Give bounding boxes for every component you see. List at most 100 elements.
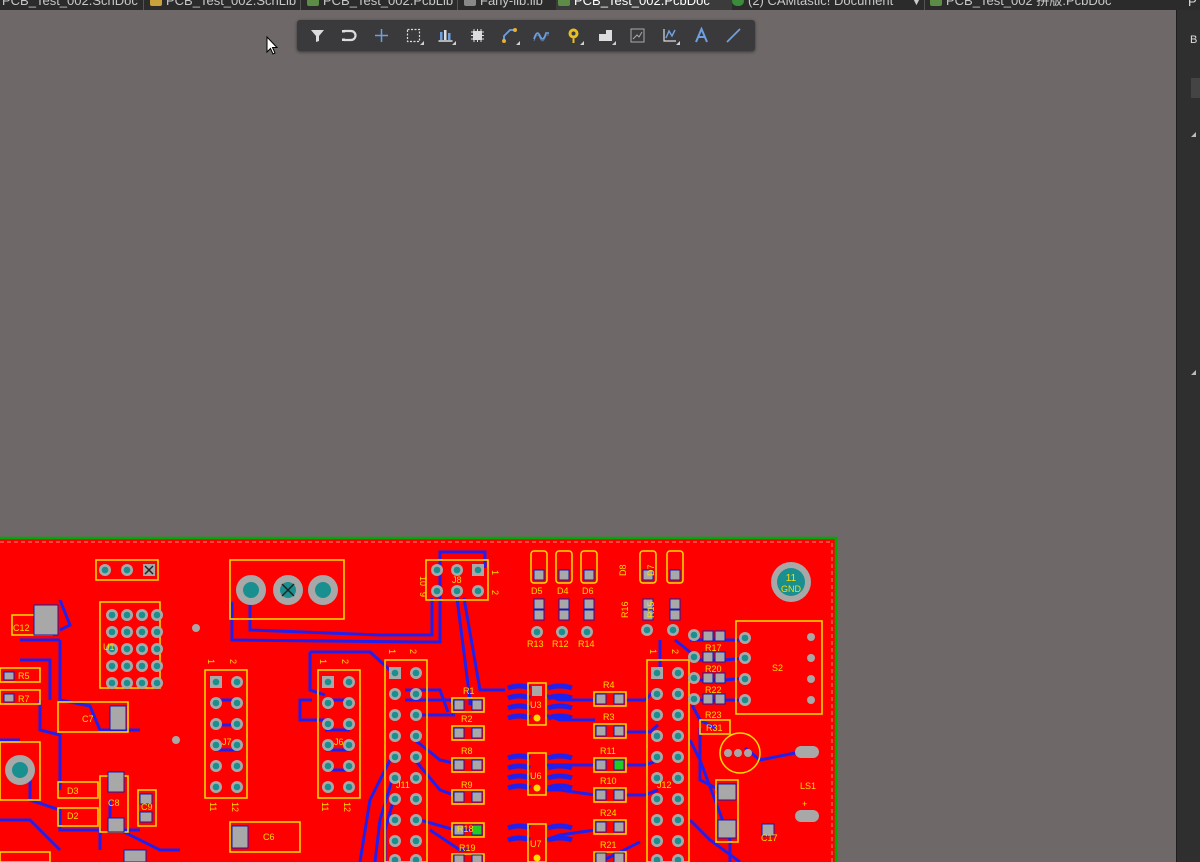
tab-camtastic[interactable]: (2) CAMtastic! Document — [730, 0, 893, 10]
polygon-pour-icon — [598, 30, 612, 41]
label-r13: R13 — [527, 639, 544, 649]
dropdown-corner-icon — [612, 41, 616, 45]
label-r15: R15 — [646, 601, 656, 618]
dropdown-corner-icon — [452, 41, 456, 45]
label-d7: D7 — [646, 564, 656, 576]
route-track-icon — [501, 28, 517, 43]
align-button[interactable] — [433, 24, 457, 47]
align-icon — [438, 30, 452, 42]
diff-pair-route-button[interactable] — [529, 24, 553, 47]
select-area-button[interactable] — [401, 24, 425, 47]
label-c12: C12 — [13, 623, 30, 633]
label-r12: R12 — [552, 639, 569, 649]
panel-tab-label[interactable]: B — [1190, 34, 1197, 46]
pcbdoc-icon — [930, 0, 942, 6]
label-r4: R4 — [603, 680, 615, 690]
filter-icon — [310, 30, 324, 42]
label-r23: R23 — [705, 710, 722, 720]
place-component-button[interactable] — [465, 24, 489, 47]
place-pad-button[interactable] — [561, 24, 585, 47]
properties-panel-tab[interactable]: P — [1188, 0, 1197, 9]
label-j6: J6 — [334, 737, 344, 747]
snap-button[interactable] — [337, 24, 361, 47]
right-side-panel-strip: B — [1176, 10, 1200, 862]
label-j7: J7 — [222, 737, 232, 747]
tab-fany-lib[interactable]: Fany-lib.lib — [462, 0, 543, 10]
collapse-arrow-icon[interactable] — [1191, 370, 1196, 375]
tab-pcblib[interactable]: PCB_Test_002.PcbLib — [305, 0, 453, 10]
pcbdoc-icon — [558, 0, 570, 6]
collapse-arrow-icon[interactable] — [1191, 132, 1196, 137]
label-j7-pin12: 12 — [230, 802, 240, 812]
label-d4: D4 — [557, 586, 569, 596]
label-j8-pin9: 9 — [418, 592, 428, 597]
label-d5: D5 — [531, 586, 543, 596]
label-r9: R9 — [461, 780, 473, 790]
label-r1: R1 — [463, 686, 475, 696]
tab-schdoc[interactable]: PCB_Test_002.SchDoc — [0, 0, 138, 10]
label-r22: R22 — [705, 685, 722, 695]
component-chip-icon — [470, 29, 484, 42]
label-r20: R20 — [705, 664, 722, 674]
label-c7: C7 — [82, 714, 94, 724]
schlib-icon — [150, 0, 162, 6]
label-r16: R16 — [620, 601, 630, 618]
chevron-down-icon[interactable]: ▼ — [912, 0, 921, 7]
label-ls1-plus: + — [802, 799, 807, 809]
place-line-button[interactable] — [721, 24, 745, 47]
cam-icon — [732, 0, 744, 6]
filter-button[interactable] — [305, 24, 329, 47]
label-d3: D3 — [67, 786, 79, 796]
document-tab-bar: PCB_Test_002.SchDoc PCB_Test_002.SchLib … — [0, 0, 1184, 10]
label-j11: J11 — [396, 780, 410, 790]
via-pad-icon — [568, 28, 578, 43]
mounting-hole: 11 GND — [771, 562, 811, 602]
tab-divider — [143, 0, 144, 10]
crosshair-plus-icon — [374, 29, 388, 42]
tab-panel-pcbdoc[interactable]: PCB_Test_002 拼版.PcbDoc — [928, 0, 1111, 10]
mouse-cursor-icon — [266, 36, 279, 55]
label-j7-pin1: 1 — [206, 659, 216, 664]
mounting-hole-number: 11 — [786, 573, 797, 584]
label-r17: R17 — [705, 643, 722, 653]
dropdown-corner-icon — [676, 41, 680, 45]
select-rect-icon — [406, 28, 420, 43]
label-u3: U3 — [530, 700, 542, 710]
panel-scrollbar[interactable] — [1191, 78, 1200, 98]
tab-schlib[interactable]: PCB_Test_002.SchLib — [148, 0, 296, 10]
label-c9: C9 — [141, 802, 153, 812]
pcblib-icon — [307, 0, 319, 6]
tab-divider — [924, 0, 925, 10]
label-j8-pin10: 10 — [418, 576, 428, 586]
label-j12-pin1: 1 — [648, 649, 658, 654]
dropdown-corner-icon — [420, 41, 424, 45]
tab-divider — [300, 0, 301, 10]
label-r11: R11 — [600, 746, 616, 756]
label-c17: C17 — [761, 833, 778, 843]
label-r24: R24 — [600, 808, 617, 818]
label-j6-pin1: 1 — [318, 659, 328, 664]
tab-pcbdoc-active[interactable]: PCB_Test_002.PcbDoc — [556, 0, 732, 10]
diff-pair-icon — [532, 32, 549, 42]
label-j12: J12 — [657, 780, 672, 790]
dimension-icon — [662, 29, 676, 42]
pcb-board-view[interactable]: 11 GND C12 R5 R7 C7 D3 D2 C8 C9 C6 U1 J8… — [0, 536, 838, 862]
label-j6-pin2: 2 — [340, 659, 350, 664]
label-j6-pin11: 11 — [320, 802, 330, 811]
active-bar-toolbar — [297, 20, 755, 51]
label-j8-pin2: 2 — [490, 590, 500, 595]
dimension-button[interactable] — [657, 24, 681, 47]
drc-button[interactable] — [625, 24, 649, 47]
dropdown-corner-icon — [580, 41, 584, 45]
polygon-pour-button[interactable] — [593, 24, 617, 47]
place-string-button[interactable] — [689, 24, 713, 47]
interactive-route-button[interactable] — [497, 24, 521, 47]
label-ls1: LS1 — [800, 781, 816, 791]
label-r7: R7 — [18, 694, 30, 704]
label-c8: C8 — [108, 798, 120, 808]
place-point-button[interactable] — [369, 24, 393, 47]
rule-check-icon — [630, 28, 644, 43]
label-d6: D6 — [582, 586, 594, 596]
label-j11-pin1: 1 — [387, 649, 397, 654]
lib-icon — [464, 0, 476, 6]
